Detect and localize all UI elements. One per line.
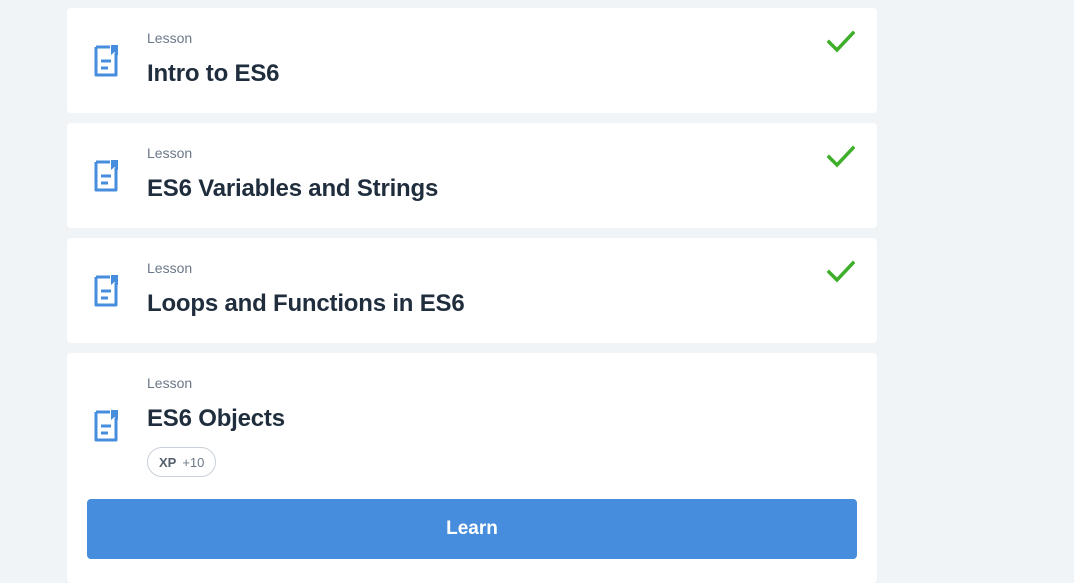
lesson-kind-label: Lesson	[147, 30, 193, 46]
lesson-kind-label: Lesson	[147, 145, 193, 161]
xp-value: +10	[182, 454, 205, 470]
lesson-kind-label: Lesson	[147, 375, 193, 391]
lesson-title: Intro to ES6	[147, 60, 280, 87]
lesson-card[interactable]: Lesson ES6 Variables and Strings	[67, 123, 877, 228]
xp-badge: XP +10	[147, 447, 217, 477]
lesson-title: ES6 Variables and Strings	[147, 175, 439, 202]
check-icon	[827, 145, 855, 168]
check-icon	[827, 260, 855, 283]
lesson-list: Lesson Intro to ES6 Lesson ES6 Variables…	[67, 8, 877, 583]
check-icon	[827, 30, 855, 53]
lesson-title: ES6 Objects	[147, 405, 285, 432]
learn-button[interactable]: Learn	[87, 499, 857, 559]
document-icon	[94, 160, 118, 192]
xp-label: XP	[159, 454, 177, 470]
document-icon	[94, 275, 118, 307]
lesson-title: Loops and Functions in ES6	[147, 290, 465, 317]
lesson-kind-label: Lesson	[147, 260, 193, 276]
lesson-card[interactable]: Lesson Intro to ES6	[67, 8, 877, 113]
lesson-card[interactable]: Lesson Loops and Functions in ES6	[67, 238, 877, 343]
document-icon	[94, 45, 118, 77]
document-icon	[94, 410, 118, 442]
lesson-card-current: Lesson ES6 Objects XP +10 Learn	[67, 353, 877, 583]
